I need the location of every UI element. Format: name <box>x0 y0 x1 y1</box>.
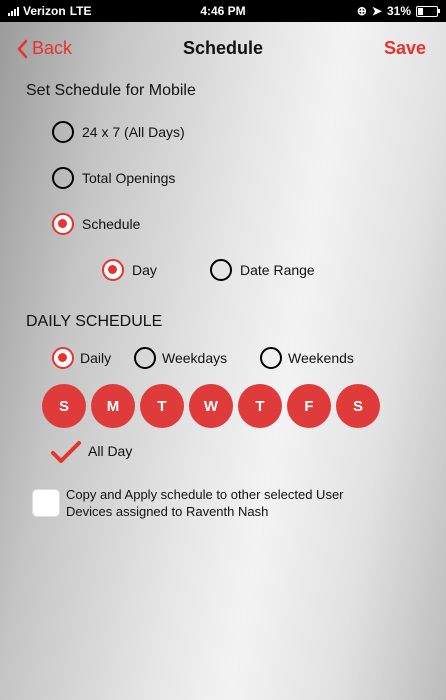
label-date-range: Date Range <box>240 262 315 278</box>
label-total-openings: Total Openings <box>82 170 176 186</box>
label-24x7: 24 x 7 (All Days) <box>82 124 185 140</box>
radio-weekdays[interactable] <box>134 347 156 369</box>
option-weekends[interactable]: Weekends <box>260 347 354 369</box>
weekday-selector: S M T W T F S <box>42 384 380 428</box>
all-day-checkbox[interactable]: All Day <box>50 439 132 463</box>
save-button[interactable]: Save <box>384 38 426 59</box>
radio-weekends[interactable] <box>260 347 282 369</box>
copy-apply-checkbox[interactable] <box>32 489 60 517</box>
lock-rotation-icon: ⊕ <box>356 4 367 18</box>
option-day[interactable]: Day <box>102 259 157 281</box>
option-weekdays[interactable]: Weekdays <box>134 347 227 369</box>
radio-day[interactable] <box>102 259 124 281</box>
set-schedule-title: Set Schedule for Mobile <box>26 82 196 99</box>
status-right: ⊕ ➤ 31% <box>356 4 440 18</box>
day-monday[interactable]: M <box>91 384 135 428</box>
option-date-range[interactable]: Date Range <box>210 259 315 281</box>
battery-icon <box>416 5 440 17</box>
battery-fill <box>418 7 423 15</box>
option-24x7[interactable]: 24 x 7 (All Days) <box>52 121 185 143</box>
checkmark-icon[interactable] <box>50 439 81 463</box>
option-total-openings[interactable]: Total Openings <box>52 167 175 189</box>
label-daily: Daily <box>80 350 112 366</box>
copy-apply-line2: Devices assigned to Raventh Nash <box>66 504 269 519</box>
label-weekdays: Weekdays <box>162 350 228 366</box>
label-day: Day <box>132 262 157 278</box>
nav-bar: Back Schedule Save <box>0 22 446 72</box>
location-icon: ➤ <box>371 4 382 18</box>
day-friday[interactable]: F <box>287 384 331 428</box>
radio-date-range[interactable] <box>210 259 232 281</box>
copy-apply-box[interactable] <box>32 489 60 517</box>
copy-apply-label: Copy and Apply schedule to other selecte… <box>66 486 416 520</box>
all-day-label: All Day <box>88 443 133 459</box>
status-bar: Verizon LTE 4:46 PM ⊕ ➤ 31% <box>0 0 446 22</box>
day-tuesday[interactable]: T <box>140 384 184 428</box>
option-schedule[interactable]: Schedule <box>52 213 140 235</box>
day-wednesday[interactable]: W <box>189 384 233 428</box>
radio-daily[interactable] <box>52 347 74 369</box>
radio-24x7[interactable] <box>52 121 74 143</box>
battery-percent: 31% <box>386 4 411 18</box>
copy-apply-line1: Copy and Apply schedule to other selecte… <box>66 487 344 502</box>
option-daily[interactable]: Daily <box>52 347 111 369</box>
radio-schedule[interactable] <box>52 213 74 235</box>
checkmark-shape <box>51 441 81 463</box>
radio-total-openings[interactable] <box>52 167 74 189</box>
label-schedule: Schedule <box>82 216 141 232</box>
daily-schedule-title: DAILY SCHEDULE <box>26 313 163 330</box>
page-title: Schedule <box>182 38 264 58</box>
day-sunday[interactable]: S <box>42 384 86 428</box>
day-thursday[interactable]: T <box>238 384 282 428</box>
label-weekends: Weekends <box>288 350 354 366</box>
day-saturday[interactable]: S <box>336 384 380 428</box>
